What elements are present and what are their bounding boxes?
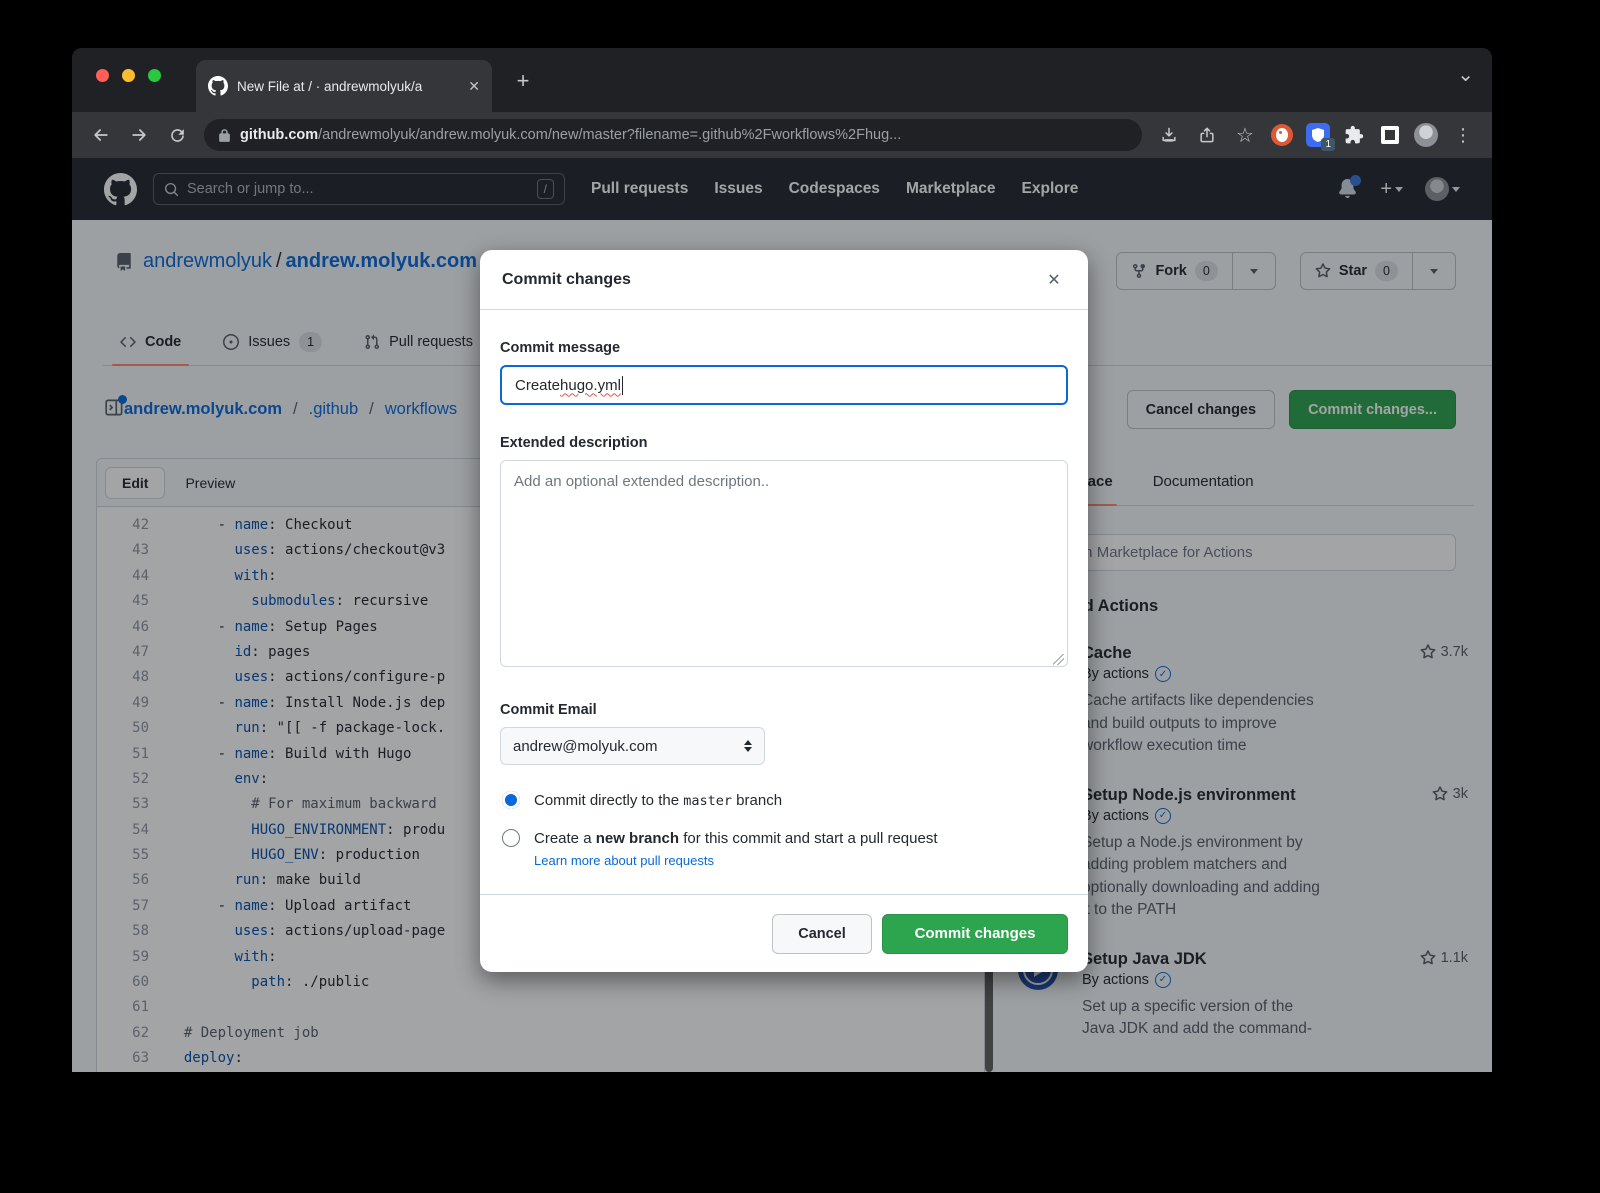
- url-domain: github.com: [240, 127, 318, 143]
- close-icon[interactable]: ✕: [1042, 268, 1066, 292]
- browser-window: New File at / · andrewmolyuk/a ✕ + ⌄ git…: [72, 48, 1492, 1072]
- url-text: github.com/andrewmolyuk/andrew.molyuk.co…: [240, 127, 901, 143]
- modal-header: Commit changes ✕: [480, 250, 1088, 310]
- cancel-button[interactable]: Cancel: [772, 914, 872, 954]
- select-arrows-icon: [744, 740, 752, 752]
- github-favicon-icon: [208, 76, 228, 96]
- url-path: /andrewmolyuk/andrew.molyuk.com/new/mast…: [318, 127, 901, 143]
- commit-message-label: Commit message: [500, 340, 1068, 356]
- browser-tab[interactable]: New File at / · andrewmolyuk/a ✕: [196, 60, 492, 112]
- close-window-button[interactable]: [96, 69, 109, 82]
- text-cursor: [622, 376, 624, 395]
- modal-footer: Cancel Commit changes: [480, 894, 1088, 972]
- duckduckgo-extension-icon[interactable]: [1264, 118, 1300, 152]
- github-page: / Pull requestsIssuesCodespacesMarketpla…: [72, 158, 1492, 1072]
- tab-title: New File at / · andrewmolyuk/a: [237, 79, 459, 94]
- modal-title: Commit changes: [502, 271, 631, 289]
- password-extension-icon[interactable]: 1: [1300, 118, 1336, 152]
- commit-changes-modal: Commit changes ✕ Commit message Create h…: [480, 250, 1088, 972]
- misspelled-text: hugo.yml: [560, 377, 621, 394]
- sidebar-extension-icon[interactable]: [1372, 118, 1408, 152]
- branch-name-code: master: [683, 793, 732, 809]
- window-controls: [96, 69, 161, 82]
- toolbar-right: ☆ 1 ⋮: [1150, 118, 1482, 152]
- modal-body: Commit message Create hugo.yml Extended …: [480, 340, 1088, 868]
- browser-tab-strip: New File at / · andrewmolyuk/a ✕ + ⌄: [72, 48, 1492, 112]
- new-tab-button[interactable]: +: [508, 66, 538, 96]
- maximize-window-button[interactable]: [148, 69, 161, 82]
- lock-icon: [218, 128, 231, 143]
- commit-email-select[interactable]: andrew@molyuk.com: [500, 727, 765, 765]
- commit-changes-button[interactable]: Commit changes: [882, 914, 1068, 954]
- reload-button[interactable]: [158, 118, 196, 152]
- radio-selected-icon[interactable]: [502, 791, 520, 809]
- learn-more-link[interactable]: Learn more about pull requests: [534, 853, 1068, 868]
- bookmark-star-icon[interactable]: ☆: [1226, 118, 1264, 152]
- minimize-window-button[interactable]: [122, 69, 135, 82]
- extended-description-wrap: [500, 460, 1068, 672]
- url-bar[interactable]: github.com/andrewmolyuk/andrew.molyuk.co…: [204, 119, 1142, 151]
- new-branch-option[interactable]: Create a new branch for this commit and …: [500, 829, 1068, 847]
- extension-badge: 1: [1321, 138, 1335, 151]
- extended-description-label: Extended description: [500, 435, 1068, 451]
- forward-button[interactable]: [120, 118, 158, 152]
- profile-avatar[interactable]: [1408, 118, 1444, 152]
- tab-search-chevron-icon[interactable]: ⌄: [1457, 62, 1474, 87]
- tab-close-icon[interactable]: ✕: [468, 78, 480, 95]
- extended-description-textarea[interactable]: [500, 460, 1068, 667]
- browser-menu-icon[interactable]: ⋮: [1444, 118, 1482, 152]
- download-icon[interactable]: [1150, 118, 1188, 152]
- desktop: New File at / · andrewmolyuk/a ✕ + ⌄ git…: [0, 0, 1600, 1193]
- back-button[interactable]: [82, 118, 120, 152]
- commit-message-input[interactable]: Create hugo.yml: [500, 365, 1068, 405]
- browser-toolbar: github.com/andrewmolyuk/andrew.molyuk.co…: [72, 112, 1492, 158]
- commit-email-label: Commit Email: [500, 702, 1068, 718]
- extensions-puzzle-icon[interactable]: [1336, 118, 1372, 152]
- commit-direct-option[interactable]: Commit directly to the master branch: [500, 791, 1068, 809]
- radio-unselected-icon[interactable]: [502, 829, 520, 847]
- share-icon[interactable]: [1188, 118, 1226, 152]
